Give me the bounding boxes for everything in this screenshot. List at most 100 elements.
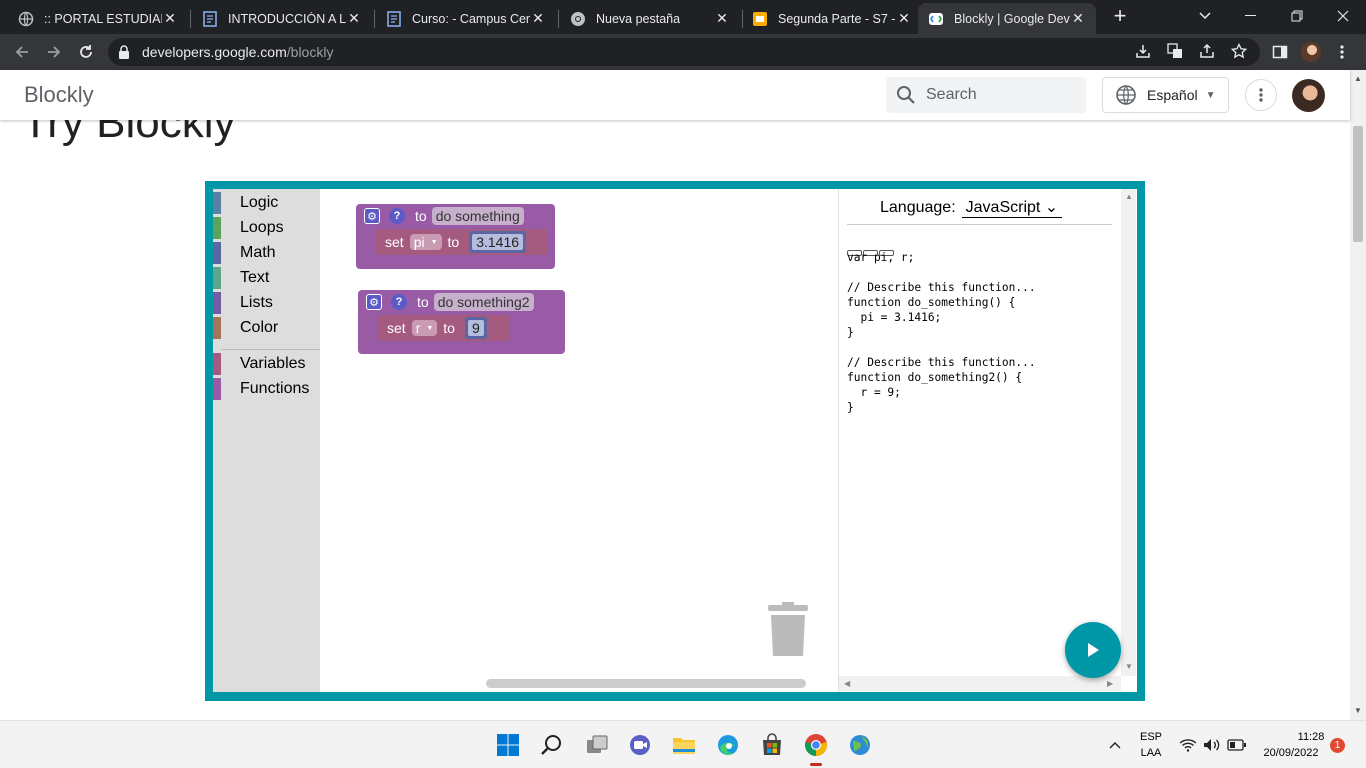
input-language-top[interactable]: ESP [1138, 731, 1164, 743]
browser-tab-active[interactable]: Blockly | Google Developers ✕ [918, 3, 1096, 34]
help-icon[interactable]: ? [391, 294, 407, 310]
forward-arrow-icon[interactable] [40, 38, 68, 66]
toolbox-category-functions[interactable]: Functions [213, 378, 309, 400]
store-icon[interactable] [758, 731, 786, 759]
number-block[interactable]: 9 [464, 317, 487, 339]
new-tab-button[interactable]: + [1108, 5, 1132, 29]
procedure-block[interactable]: ⚙ ? to do something2 set r ▼ to 9 [358, 290, 565, 354]
notification-badge[interactable]: 1 [1330, 738, 1345, 753]
weather-globe-icon[interactable] [846, 731, 874, 759]
file-explorer-icon[interactable] [670, 731, 698, 759]
close-icon[interactable]: ✕ [162, 10, 178, 27]
reload-icon[interactable] [72, 38, 100, 66]
toolbox-category-logic[interactable]: Logic [213, 192, 278, 214]
menu-dots-icon[interactable] [1330, 40, 1354, 64]
workspace-horizontal-scrollbar[interactable] [486, 679, 806, 688]
install-icon[interactable] [1134, 42, 1152, 60]
toolbox-category-text[interactable]: Text [213, 267, 269, 289]
toolbox-category-math[interactable]: Math [213, 242, 276, 264]
trash-icon[interactable] [767, 598, 809, 658]
language-row: Language: JavaScript ⌄ [880, 197, 1063, 218]
blockly-workspace[interactable]: ⚙ ? to do something set pi ▼ to 3.1416 ⚙ … [320, 189, 838, 692]
scroll-up-icon[interactable]: ▲ [1125, 192, 1133, 201]
chat-icon[interactable] [626, 731, 654, 759]
search-input[interactable] [926, 86, 1066, 104]
gear-icon[interactable]: ⚙ [366, 294, 382, 310]
procedure-header: ⚙ ? to do something2 [358, 290, 534, 314]
toolbox-category-lists[interactable]: Lists [213, 292, 273, 314]
scroll-up-icon[interactable]: ▲ [1354, 74, 1362, 83]
windows-start-icon[interactable] [494, 731, 522, 759]
close-icon[interactable]: ✕ [1070, 10, 1086, 27]
back-arrow-icon[interactable] [8, 38, 36, 66]
input-language-bottom[interactable]: LAA [1138, 747, 1164, 759]
slides-icon [752, 11, 768, 27]
run-button[interactable] [1065, 622, 1121, 678]
number-value[interactable]: 3.1416 [472, 234, 524, 250]
page-scrollbar[interactable]: ▲ ▼ [1350, 70, 1366, 720]
gear-icon[interactable]: ⚙ [364, 208, 380, 224]
code-vertical-scrollbar[interactable]: ▲ ▼ [1121, 189, 1136, 676]
side-panel-icon[interactable] [1268, 40, 1292, 64]
variable-dropdown[interactable]: r ▼ [411, 320, 438, 336]
close-icon[interactable]: ✕ [896, 10, 912, 27]
help-icon[interactable]: ? [389, 208, 405, 224]
close-icon[interactable]: ✕ [714, 10, 730, 27]
scroll-down-icon[interactable]: ▼ [1354, 706, 1362, 715]
scroll-right-icon[interactable]: ▶ [1107, 679, 1113, 688]
lock-icon[interactable] [118, 45, 130, 59]
search-icon[interactable] [538, 731, 566, 759]
clock-time[interactable]: 11:28 [1286, 731, 1336, 743]
chrome-icon[interactable] [802, 731, 830, 766]
set-variable-block[interactable]: set pi ▼ to 3.1416 [376, 229, 548, 255]
avatar[interactable] [1292, 79, 1325, 112]
edge-icon[interactable] [714, 731, 742, 759]
clock-date[interactable]: 20/09/2022 [1257, 747, 1325, 759]
set-variable-block[interactable]: set r ▼ to 9 [378, 315, 510, 341]
procedure-block[interactable]: ⚙ ? to do something set pi ▼ to 3.1416 [356, 204, 555, 269]
toolbox-category-loops[interactable]: Loops [213, 217, 284, 239]
number-block[interactable]: 3.1416 [469, 231, 527, 253]
scroll-down-icon[interactable]: ▼ [1125, 662, 1133, 671]
browser-tab[interactable]: :: PORTAL ESTUDIANTIL ✕ [8, 3, 188, 34]
chevron-up-icon[interactable] [1104, 731, 1126, 759]
close-icon[interactable]: ✕ [346, 10, 362, 27]
toolbox-category-color[interactable]: Color [213, 317, 278, 339]
variable-dropdown[interactable]: pi ▼ [409, 234, 442, 250]
language-selector[interactable]: Español ▼ [1102, 77, 1229, 113]
close-icon[interactable]: ✕ [530, 10, 546, 27]
chevron-down-icon: ▼ [430, 238, 438, 246]
wifi-icon[interactable] [1178, 731, 1198, 759]
browser-tab[interactable]: INTRODUCCIÓN A LA ✕ [192, 3, 372, 34]
bookmark-star-icon[interactable] [1230, 42, 1248, 60]
variable-name: pi [413, 234, 425, 250]
browser-tab[interactable]: Nueva pestaña ✕ [560, 3, 740, 34]
globe-icon [18, 11, 34, 27]
address-bar[interactable]: developers.google.com/blockly [108, 38, 1260, 66]
number-value[interactable]: 9 [467, 320, 484, 336]
toolbox-category-variables[interactable]: Variables [213, 353, 306, 375]
site-title[interactable]: Blockly [24, 82, 94, 108]
translate-icon[interactable] [1166, 42, 1184, 60]
window-close-button[interactable] [1320, 0, 1366, 32]
search-box[interactable] [886, 77, 1086, 113]
function-name-field[interactable]: do something [431, 207, 524, 225]
function-name-field[interactable]: do something2 [433, 293, 534, 311]
to-keyword: to [447, 234, 460, 250]
more-options-icon[interactable] [1245, 79, 1277, 111]
code-language-select[interactable]: JavaScript ⌄ [961, 197, 1063, 218]
scrollbar-thumb[interactable] [1353, 126, 1363, 242]
scroll-left-icon[interactable]: ◀ [844, 679, 850, 688]
tab-search-icon[interactable] [1182, 0, 1228, 32]
code-horizontal-scrollbar[interactable]: ◀ ▶ [839, 676, 1121, 691]
restore-button[interactable] [1274, 0, 1320, 32]
battery-icon[interactable] [1226, 731, 1248, 759]
profile-avatar-icon[interactable] [1301, 42, 1321, 62]
document-icon [202, 10, 218, 27]
share-icon[interactable] [1198, 42, 1216, 60]
task-view-icon[interactable] [583, 731, 611, 759]
browser-tab[interactable]: Curso: - Campus Central ✕ [376, 3, 556, 34]
browser-tab[interactable]: Segunda Parte - S7 - F ✕ [742, 3, 922, 34]
minimize-button[interactable] [1228, 0, 1274, 32]
volume-icon[interactable] [1202, 731, 1222, 759]
